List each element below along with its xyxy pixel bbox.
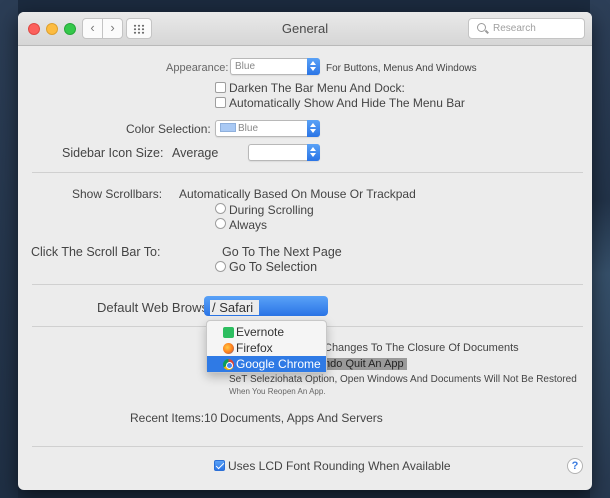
separator (32, 284, 583, 285)
scrollbars-option-auto[interactable]: Automatically Based On Mouse Or Trackpad (179, 187, 416, 201)
browser-menu: Evernote Firefox Google Chrome (206, 320, 327, 373)
scrollbars-option-during: During Scrolling (229, 203, 314, 217)
recent-items-note: Documents, Apps And Servers (220, 411, 383, 425)
appearance-value: Blue (235, 61, 256, 72)
search-icon (477, 23, 486, 32)
search-placeholder: Research (493, 23, 536, 34)
chevron-updown-icon (307, 144, 320, 161)
color-selection-value: Blue (238, 123, 259, 134)
color-selection-label: Color Selection: (126, 122, 211, 136)
desktop-left (0, 0, 18, 498)
default-browser-value: / Safari (210, 300, 260, 315)
darken-menu-checkbox[interactable] (215, 82, 226, 93)
menu-item-label: Firefox (236, 341, 273, 355)
radio-go-to-selection[interactable] (215, 261, 226, 272)
appearance-note: For Buttons, Menus And Windows (326, 63, 477, 74)
lcd-font-checkbox[interactable] (214, 460, 225, 471)
recent-items-value[interactable]: 10 (204, 411, 217, 425)
click-scroll-option-selection: Go To Selection (229, 260, 318, 274)
desktop-right (590, 0, 610, 498)
separator (32, 446, 583, 447)
scrollbars-option-always: Always (229, 218, 268, 232)
sidebar-icon-popup[interactable] (248, 144, 320, 161)
color-swatch (220, 123, 236, 132)
documents-line2: Indo Quit An App (318, 358, 407, 370)
auto-menubar-label: Automatically Show And Hide The Menu Bar (229, 96, 465, 110)
appearance-label: Appearance: (166, 62, 229, 74)
chevron-updown-icon (307, 120, 320, 137)
documents-line3: SeT Seleziohata Option, Open Windows And… (229, 374, 577, 385)
sidebar-icon-label: Sidebar Icon Size: (62, 146, 164, 160)
menu-item-evernote[interactable]: Evernote (207, 324, 326, 340)
lcd-font-label: Uses LCD Font Rounding When Available (228, 459, 451, 473)
titlebar: ‹ › General Research (18, 12, 592, 46)
chevron-updown-icon (307, 58, 320, 75)
radio-always[interactable] (215, 218, 226, 229)
documents-line1: Changes To The Closure Of Documents (324, 342, 519, 354)
auto-menubar-checkbox[interactable] (215, 97, 226, 108)
menu-item-label: Google Chrome (236, 357, 321, 371)
documents-line4: When You Reopen An App. (229, 387, 326, 396)
radio-during-scrolling[interactable] (215, 203, 226, 214)
recent-items-label: Recent Items: (130, 411, 205, 425)
appearance-popup[interactable]: Blue (230, 58, 320, 75)
sidebar-icon-value: Average (172, 146, 219, 160)
separator (32, 172, 583, 173)
default-browser-name: Safari (219, 300, 254, 315)
help-button[interactable]: ? (567, 458, 583, 474)
menu-item-label: Evernote (236, 325, 285, 339)
click-scroll-option-next[interactable]: Go To The Next Page (222, 245, 342, 259)
click-scroll-label: Click The Scroll Bar To: (31, 245, 161, 259)
preferences-window: ‹ › General Research Appearance: Blue Fo… (18, 12, 592, 490)
menu-item-google-chrome[interactable]: Google Chrome (207, 356, 326, 372)
darken-menu-label: Darken The Bar Menu And Dock: (229, 81, 405, 95)
scrollbars-label: Show Scrollbars: (72, 187, 163, 201)
firefox-icon (223, 343, 234, 354)
default-browser-label: Default Web Browser (97, 300, 220, 315)
search-input[interactable]: Research (468, 18, 585, 39)
chrome-icon (223, 359, 234, 370)
color-selection-popup[interactable]: Blue (215, 120, 320, 137)
evernote-icon (223, 327, 234, 338)
menu-item-firefox[interactable]: Firefox (207, 340, 326, 356)
